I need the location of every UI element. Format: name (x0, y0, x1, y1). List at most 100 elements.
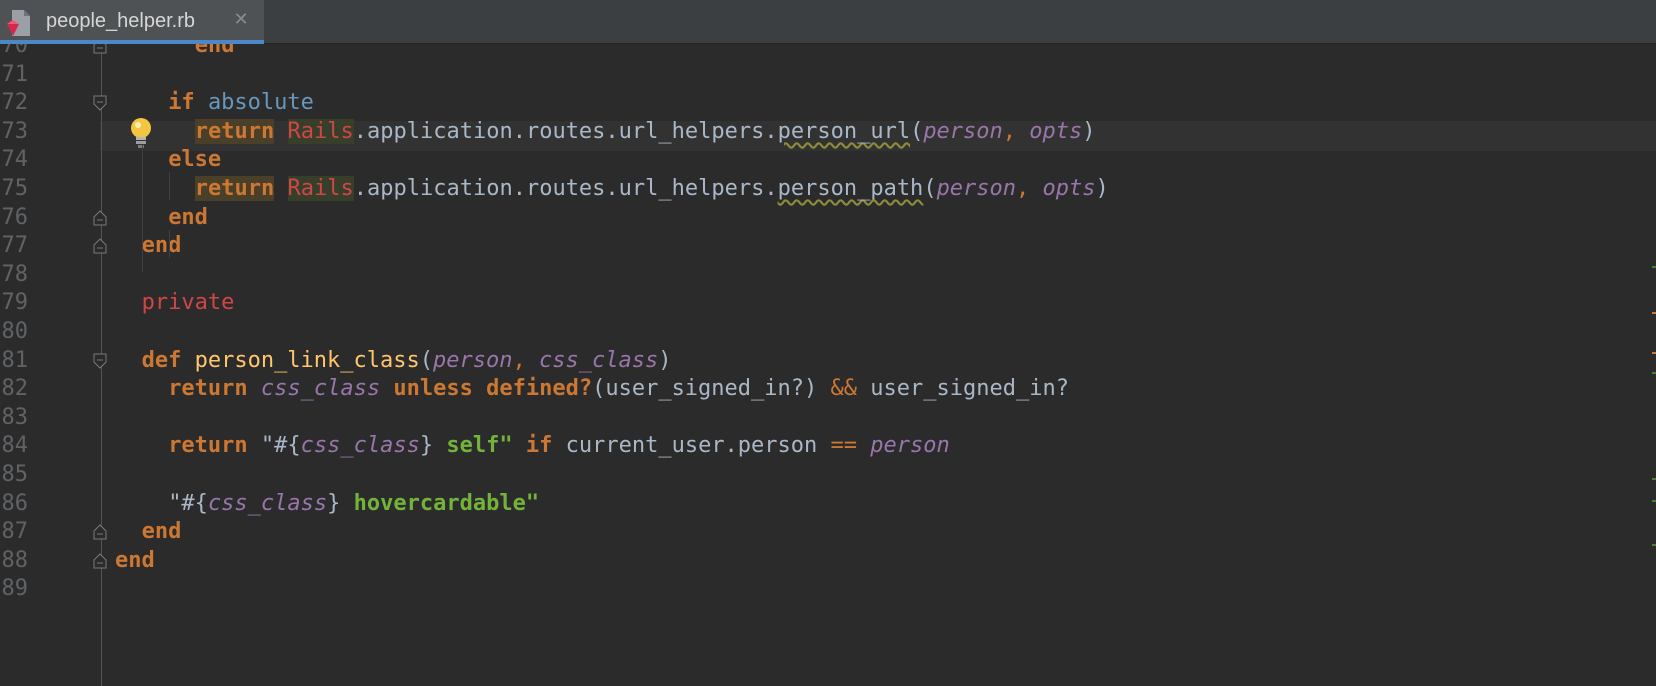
code-token: Rails (287, 176, 354, 201)
code-token: end (141, 233, 182, 259)
code-token: , (1002, 118, 1030, 144)
code-token: person (923, 118, 1003, 144)
code-token: end (141, 519, 182, 545)
code-token: return (168, 433, 248, 459)
code-token: unless (393, 376, 473, 402)
error-stripe-marker[interactable] (1652, 372, 1656, 374)
error-stripe-marker[interactable] (1652, 500, 1656, 502)
line-number: 70 (1, 44, 29, 58)
code-line[interactable]: 84 return "#{css_class} self" if current_… (0, 431, 1656, 461)
error-stripe-marker[interactable] (1652, 544, 1656, 546)
line-number: 86 (1, 490, 29, 516)
fold-marker-icon[interactable] (93, 209, 107, 226)
code-line[interactable]: 79 private (0, 288, 1656, 318)
code-token: return (194, 118, 275, 144)
code-token: } (327, 490, 341, 516)
code-text: return Rails.application.routes.url_help… (194, 117, 1096, 147)
code-token: ( (910, 118, 924, 144)
fold-marker-icon[interactable] (93, 524, 107, 540)
error-stripe-marker[interactable] (1652, 312, 1656, 314)
code-text: private (142, 288, 235, 318)
code-line[interactable]: 76 end (0, 203, 1656, 233)
fold-marker-icon[interactable] (93, 44, 107, 54)
code-token: private (141, 290, 235, 316)
line-number: 74 (1, 147, 29, 173)
line-number: 72 (1, 90, 29, 116)
line-number: 80 (1, 319, 29, 344)
code-token: if (525, 433, 553, 459)
code-line[interactable]: 88 end (0, 546, 1656, 576)
line-number: 88 (1, 547, 29, 573)
fold-marker-icon[interactable] (93, 353, 107, 369)
error-stripe-marker[interactable] (1652, 266, 1656, 268)
code-token: Rails (287, 118, 354, 144)
code-token: ( (419, 347, 434, 373)
code-token: absolute (207, 90, 314, 116)
error-stripe-marker[interactable] (1652, 352, 1656, 354)
code-line[interactable]: 73 return Rails.application.routes.url_he… (0, 117, 1656, 147)
code-token: person_url (777, 118, 911, 144)
code-token: , (512, 347, 539, 373)
tab-title: people_helper.rb (46, 10, 196, 32)
code-text: end (142, 517, 182, 547)
code-line[interactable]: 83 (0, 403, 1656, 433)
code-token: css_class (300, 433, 420, 459)
fold-marker-icon[interactable] (93, 553, 107, 569)
code-line[interactable]: 70 end (0, 44, 1656, 61)
code-text: end (195, 44, 235, 61)
code-token: ) (1095, 176, 1109, 201)
fold-marker-icon[interactable] (93, 238, 107, 254)
code-token: user_signed_in? (857, 376, 1069, 402)
code-token: person_link_class (194, 347, 420, 373)
line-number: 89 (1, 576, 29, 602)
code-token: def (141, 347, 182, 373)
code-line[interactable]: 74 else (0, 145, 1656, 175)
code-line[interactable]: 77 end (0, 231, 1656, 261)
code-text: return Rails.application.routes.url_help… (194, 174, 1109, 204)
error-stripe-marker[interactable] (1652, 478, 1656, 480)
code-token: } (419, 433, 434, 459)
code-line[interactable]: 81 def person_link_class(person, css_clas… (0, 346, 1656, 376)
code-token: self" (433, 433, 513, 459)
code-token: end (194, 44, 235, 58)
code-line[interactable]: 85 (0, 460, 1656, 490)
line-number: 73 (1, 118, 29, 144)
tab-people-helper[interactable]: people_helper.rb ✕ (0, 0, 264, 44)
code-token: .application.routes.url_helpers. (353, 118, 778, 144)
code-line[interactable]: 86 "#{css_class} hovercardable" (0, 489, 1656, 519)
code-token: , (1016, 176, 1043, 201)
line-number: 81 (1, 347, 29, 373)
code-text: return "#{css_class} self" if current_us… (168, 431, 950, 461)
code-line[interactable]: 78 (0, 260, 1656, 290)
code-line[interactable]: 71 (0, 60, 1656, 90)
code-token: (user_signed_in?) (592, 376, 831, 402)
code-line[interactable]: 87 end (0, 517, 1656, 547)
code-line[interactable]: 72 if absolute (0, 88, 1656, 118)
line-number: 82 (1, 376, 29, 402)
indent-guide (142, 144, 143, 272)
code-text: def person_link_class(person, css_class) (142, 346, 672, 376)
line-number: 71 (1, 61, 29, 87)
code-line[interactable]: 80 (0, 317, 1656, 347)
code-token: else (168, 147, 222, 173)
lightbulb-icon[interactable] (128, 116, 154, 150)
code-token: ) (658, 347, 672, 373)
code-token: return (194, 176, 275, 201)
ruby-file-icon (7, 10, 30, 36)
code-line[interactable]: 89 (0, 574, 1656, 604)
line-number: 78 (1, 261, 29, 287)
code-text: end (168, 203, 208, 233)
code-token: end (168, 204, 208, 230)
close-icon[interactable]: ✕ (230, 9, 252, 31)
fold-marker-icon[interactable] (93, 95, 107, 111)
code-text: else (168, 145, 221, 175)
code-line[interactable]: 75 return Rails.application.routes.url_he… (0, 174, 1656, 204)
code-line[interactable]: 82 return css_class unless defined?(user_… (0, 374, 1656, 404)
code-editor[interactable]: 70 end 71 72 if absolute 73 return Rails.appli… (0, 44, 1656, 686)
code-token: person (433, 347, 513, 373)
indent-guide (169, 230, 170, 258)
code-token: person_path (777, 176, 924, 201)
